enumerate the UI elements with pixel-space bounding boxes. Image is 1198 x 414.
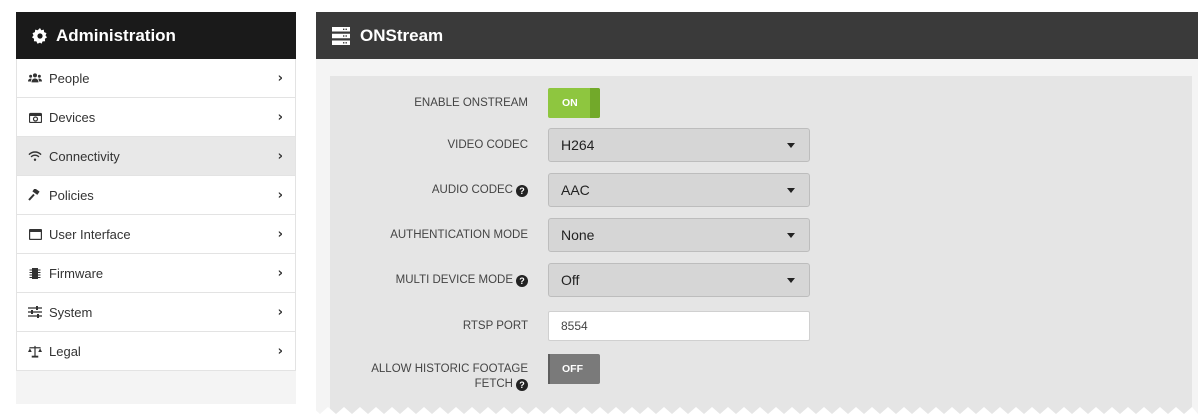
multi-device-mode-value: Off — [561, 272, 580, 288]
camera-icon — [28, 110, 42, 124]
multi-device-mode-label-text: MULTI DEVICE MODE — [395, 273, 513, 286]
gavel-icon — [28, 188, 42, 202]
chevron-right-icon: › — [277, 187, 283, 203]
caret-down-icon — [787, 142, 795, 148]
form-row-video-codec: VIDEO CODEC H264 — [330, 128, 810, 162]
rtsp-port-label: RTSP PORT — [462, 319, 528, 332]
sidebar-header: Administration — [16, 12, 296, 59]
form-row-enable-onstream: ENABLE ONSTREAM ON — [330, 88, 600, 118]
chip-icon — [28, 266, 42, 280]
chevron-right-icon: › — [277, 70, 283, 86]
caret-down-icon — [787, 187, 795, 193]
audio-codec-label: AUDIO CODEC? — [330, 183, 548, 198]
toggle-state-text: ON — [562, 97, 578, 109]
help-icon[interactable]: ? — [516, 379, 528, 391]
panel-header: ONStream — [316, 12, 1198, 59]
multi-device-mode-select[interactable]: Off — [548, 263, 810, 297]
sidebar-nav: People › Devices › Connectivity › Polici… — [16, 59, 296, 371]
auth-mode-label: AUTHENTICATION MODE — [390, 228, 528, 241]
sidebar-item-devices[interactable]: Devices › — [17, 98, 295, 137]
help-icon[interactable]: ? — [516, 184, 528, 197]
allow-historic-toggle[interactable]: OFF — [548, 354, 600, 384]
chevron-right-icon: › — [277, 304, 283, 320]
video-codec-value: H264 — [561, 137, 595, 153]
help-icon[interactable]: ? — [516, 274, 528, 287]
chevron-right-icon: › — [277, 109, 283, 125]
audio-codec-select[interactable]: AAC — [548, 173, 810, 207]
page-edge-decoration — [0, 407, 1198, 414]
wifi-icon — [28, 149, 42, 163]
audio-codec-value: AAC — [561, 182, 590, 198]
sidebar-item-label: Devices — [49, 109, 96, 125]
sidebar-item-legal[interactable]: Legal › — [17, 332, 295, 371]
form-row-audio-codec: AUDIO CODEC? AAC — [330, 173, 810, 207]
sidebar-item-label: System — [49, 304, 93, 320]
people-icon — [28, 71, 42, 85]
form-row-rtsp-port: RTSP PORT 8554 — [330, 311, 810, 341]
chevron-right-icon: › — [277, 265, 283, 281]
sidebar-item-connectivity[interactable]: Connectivity › — [17, 137, 295, 176]
sidebar-item-system[interactable]: System › — [17, 293, 295, 332]
rtsp-port-input[interactable]: 8554 — [548, 311, 810, 341]
panel-title: ONStream — [360, 25, 444, 45]
window-icon — [28, 227, 42, 241]
scales-icon — [28, 344, 42, 358]
form-row-auth-mode: AUTHENTICATION MODE None — [330, 218, 810, 252]
allow-historic-label: ALLOW HISTORIC FOOTAGE FETCH? — [330, 354, 548, 392]
sidebar-item-policies[interactable]: Policies › — [17, 176, 295, 215]
sidebar-item-label: Policies — [49, 187, 94, 203]
onstream-panel: ONStream ENABLE ONSTREAM ON VIDEO CODEC … — [316, 12, 1198, 414]
sidebar-item-label: Firmware — [49, 265, 104, 281]
gear-icon — [32, 27, 48, 44]
onstream-form: ENABLE ONSTREAM ON VIDEO CODEC H264 AUDI… — [330, 76, 1192, 414]
sidebar-item-label: Legal — [49, 343, 81, 359]
sidebar-item-label: User Interface — [49, 226, 131, 242]
sidebar-item-people[interactable]: People › — [17, 59, 295, 98]
sliders-icon — [28, 305, 42, 319]
auth-mode-value: None — [561, 227, 595, 243]
form-row-allow-historic-fetch: ALLOW HISTORIC FOOTAGE FETCH? OFF — [330, 354, 600, 392]
server-icon — [332, 26, 350, 45]
multi-device-mode-label: MULTI DEVICE MODE? — [330, 273, 548, 288]
chevron-right-icon: › — [277, 148, 283, 164]
auth-mode-select[interactable]: None — [548, 218, 810, 252]
admin-sidebar: Administration People › Devices › Connec… — [16, 12, 296, 404]
video-codec-select[interactable]: H264 — [548, 128, 810, 162]
toggle-state-text: OFF — [562, 363, 583, 375]
caret-down-icon — [787, 232, 795, 238]
video-codec-label: VIDEO CODEC — [447, 138, 528, 151]
audio-codec-label-text: AUDIO CODEC — [431, 183, 513, 196]
sidebar-item-firmware[interactable]: Firmware › — [17, 254, 295, 293]
chevron-right-icon: › — [277, 226, 283, 242]
sidebar-item-user-interface[interactable]: User Interface › — [17, 215, 295, 254]
sidebar-item-label: Connectivity — [49, 148, 120, 164]
sidebar-item-label: People — [49, 70, 90, 86]
enable-onstream-toggle[interactable]: ON — [548, 88, 600, 118]
allow-historic-label-line2: FETCH — [474, 378, 513, 390]
enable-onstream-label: ENABLE ONSTREAM — [414, 96, 528, 109]
caret-down-icon — [787, 277, 795, 283]
form-row-multi-device-mode: MULTI DEVICE MODE? Off — [330, 263, 810, 297]
allow-historic-label-line1: ALLOW HISTORIC FOOTAGE — [371, 363, 528, 375]
sidebar-title: Administration — [56, 25, 176, 45]
chevron-right-icon: › — [277, 343, 283, 359]
